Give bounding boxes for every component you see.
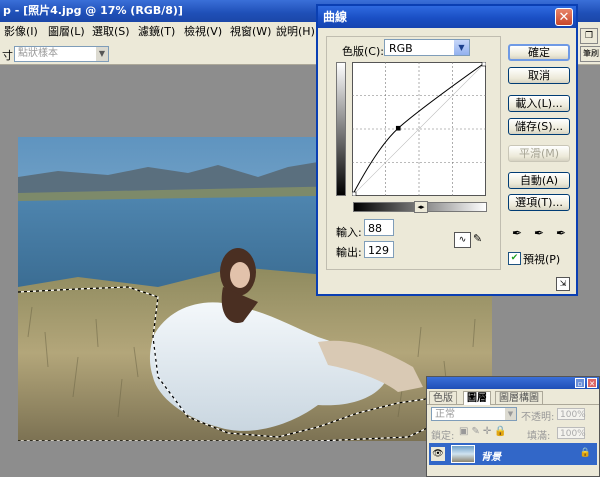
cancel-button[interactable]: 取消 [508,67,570,84]
layer-row[interactable]: 👁 背景 🔒 [429,443,597,465]
blend-mode-value: 正常 [435,409,455,420]
restore-icon[interactable]: ❐ [580,28,598,44]
curves-dialog: 曲線 ✕ 色版(C): RGB ▼ ◂▸ 輸入: 88 輸出: 129 ∿ ✎ … [316,4,578,296]
brushes-tab[interactable]: 筆刷 [580,46,600,62]
fill-label: 填滿: [527,431,551,442]
lock-icons[interactable]: ▣✎✛🔒 [459,426,510,437]
white-eyedropper-icon[interactable]: ✒ [556,226,566,240]
preview-label: 預視(P) [523,253,561,266]
palette-tabs: 色版 圖層 圖層構圖 [427,390,599,405]
curve-graph-svg [351,61,487,197]
window-title: p - [照片4.jpg @ 17% (RGB/8)] [3,4,183,17]
close-button[interactable]: ✕ [555,8,573,26]
palette-title-bar[interactable]: ▫ ✕ [427,377,599,389]
output-gradient-bar [336,62,346,196]
curve-control-point[interactable] [481,61,487,67]
preview-checkbox[interactable]: ✔ [508,252,521,265]
layer-thumbnail [451,445,475,463]
curve-control-point[interactable] [351,191,357,197]
tab-layer-comps[interactable]: 圖層構圖 [495,391,543,405]
curves-dialog-title-bar[interactable]: 曲線 ✕ [318,6,576,28]
gradient-toggle-icon[interactable]: ◂▸ [414,201,428,213]
tab-layers[interactable]: 圖層 [463,391,491,405]
fill-field[interactable]: 100% [557,427,586,439]
curve-graph[interactable] [351,61,487,197]
menu-view[interactable]: 檢視(V) [184,22,222,42]
lock-icon: 🔒 [579,448,591,458]
save-button[interactable]: 儲存(S)... [508,118,570,135]
ok-button[interactable]: 確定 [508,44,570,61]
layers-palette: ▫ ✕ 色版 圖層 圖層構圖 正常 ▼ 不透明: 100% 鎖定: ▣✎✛🔒 填… [426,376,600,477]
chevron-down-icon: ▼ [454,40,469,55]
menu-select[interactable]: 選取(S) [92,22,130,42]
menu-window[interactable]: 視窗(W) [230,22,271,42]
smooth-button[interactable]: 平滑(M) [508,145,570,162]
chevron-down-icon: ▼ [505,408,516,420]
minimize-icon[interactable]: ▫ [575,378,585,388]
load-button[interactable]: 載入(L)... [508,95,570,112]
chevron-down-icon: ▼ [96,47,108,61]
input-label: 輸入: [336,226,362,239]
pencil-tool-icon[interactable]: ✎ [473,232,485,246]
output-label: 輸出: [336,246,362,259]
close-icon[interactable]: ✕ [587,378,597,388]
menu-layer[interactable]: 圖層(L) [48,22,85,42]
curve-control-point[interactable] [395,125,401,131]
lock-label: 鎖定: [431,431,455,442]
sample-size-select[interactable]: 點狀樣本 ▼ [14,46,109,62]
auto-button[interactable]: 自動(A) [508,172,570,189]
gray-eyedropper-icon[interactable]: ✒ [534,226,544,240]
expand-view-icon[interactable]: ⇲ [556,277,570,291]
channel-label: 色版(C): [342,45,384,58]
curves-dialog-title: 曲線 [323,10,348,24]
curve-point-tool-icon[interactable]: ∿ [454,232,471,248]
output-value-field[interactable]: 129 [364,241,394,258]
channel-select[interactable]: RGB ▼ [384,39,470,56]
menu-image[interactable]: 影像(I) [4,22,38,42]
opacity-field[interactable]: 100% [557,408,586,420]
eye-icon[interactable]: 👁 [431,447,445,461]
sample-size-value: 點狀樣本 [18,48,58,59]
layer-name: 背景 [481,452,501,463]
options-button[interactable]: 選項(T)... [508,194,570,211]
black-eyedropper-icon[interactable]: ✒ [512,226,522,240]
menu-help[interactable]: 說明(H) [276,22,315,42]
input-value-field[interactable]: 88 [364,219,394,236]
opacity-label: 不透明: [521,412,555,423]
palette-well: ❐ 筆刷 [578,22,600,62]
tab-channels[interactable]: 色版 [429,391,457,405]
blend-mode-select[interactable]: 正常 ▼ [431,407,517,421]
menu-filter[interactable]: 濾鏡(T) [138,22,175,42]
channel-value: RGB [389,42,413,55]
